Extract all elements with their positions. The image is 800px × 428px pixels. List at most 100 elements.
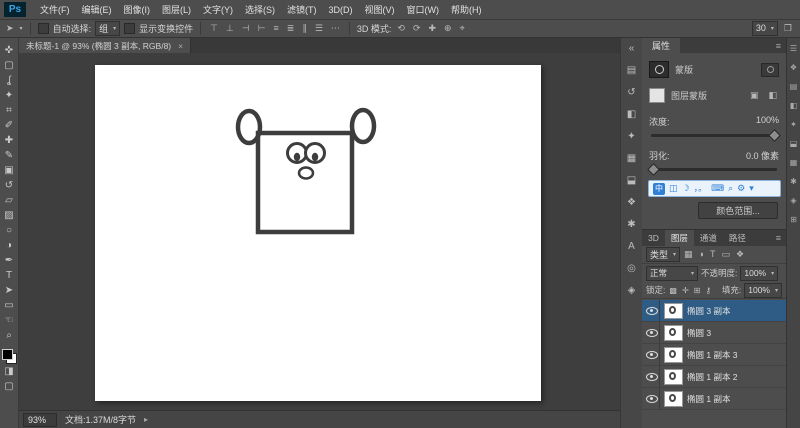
- visibility-toggle[interactable]: [644, 344, 660, 365]
- filter-kind-dropdown[interactable]: 类型 ▾: [646, 247, 681, 262]
- layer-thumbnail[interactable]: [664, 390, 683, 407]
- auto-select-checkbox[interactable]: [37, 22, 49, 34]
- rectangle-tool[interactable]: ▭: [0, 298, 19, 313]
- history-brush-tool[interactable]: ↺: [0, 178, 19, 193]
- 3d-drag-icon[interactable]: ✚: [427, 23, 439, 33]
- more-align-icon[interactable]: ⋯: [329, 23, 342, 33]
- brush-tool[interactable]: ✎: [0, 148, 19, 163]
- workspace-dropdown[interactable]: 30 ▾: [751, 20, 778, 36]
- mini-panel-icon-7[interactable]: ✱: [790, 178, 797, 186]
- filter-shape-layers-icon[interactable]: ▭: [719, 250, 732, 259]
- type-tool[interactable]: T: [0, 268, 19, 283]
- info-panel-icon[interactable]: ⬓: [622, 173, 642, 188]
- tool-preset-chevron-icon[interactable]: ▾: [20, 25, 23, 32]
- menu-select[interactable]: 选择(S): [239, 3, 281, 16]
- layer-row[interactable]: 椭圆 1 副本 3: [642, 344, 786, 366]
- add-pixel-mask-icon[interactable]: ▣: [748, 91, 761, 100]
- adjustments-panel-icon[interactable]: ◧: [622, 107, 642, 122]
- mini-panel-icon-4[interactable]: ✦: [790, 121, 797, 129]
- move-tool[interactable]: ✜: [0, 43, 19, 58]
- clone-stamp-tool[interactable]: ▣: [0, 163, 19, 178]
- eraser-tool[interactable]: ▱: [0, 193, 19, 208]
- 3d-rotate-icon[interactable]: ⟲: [395, 23, 407, 33]
- layer-row[interactable]: 椭圆 3: [642, 322, 786, 344]
- visibility-toggle[interactable]: [644, 366, 660, 387]
- navigator-panel-icon[interactable]: ◈: [622, 283, 642, 298]
- align-right-icon[interactable]: ⊢: [256, 23, 268, 33]
- 3d-slide-icon[interactable]: ⊕: [442, 23, 454, 33]
- crop-tool[interactable]: ⌗: [0, 103, 19, 118]
- screen-mode-icon[interactable]: ▢: [0, 379, 19, 394]
- layer-thumbnail[interactable]: [664, 346, 683, 363]
- distribute-vertical-icon[interactable]: ≣: [285, 23, 297, 33]
- menu-filter[interactable]: 滤镜(T): [281, 3, 323, 16]
- visibility-toggle[interactable]: [644, 322, 660, 343]
- layer-thumbnail[interactable]: [664, 324, 683, 341]
- menu-window[interactable]: 窗口(W): [401, 3, 446, 16]
- ime-language-mode-icon[interactable]: 中: [653, 182, 665, 195]
- blend-mode-dropdown[interactable]: 正常 ▾: [646, 265, 698, 281]
- distribute-center-icon[interactable]: ☰: [313, 23, 325, 33]
- pen-tool[interactable]: ✒: [0, 253, 19, 268]
- filter-type-layers-icon[interactable]: T: [708, 250, 718, 259]
- color-panel-icon[interactable]: ▦: [622, 151, 642, 166]
- dodge-tool[interactable]: ◑: [0, 238, 19, 253]
- ime-settings-icon[interactable]: ⚙: [737, 184, 745, 193]
- show-transform-checkbox[interactable]: [124, 22, 136, 34]
- mini-panel-icon-1[interactable]: ❖: [790, 64, 797, 72]
- history-panel-icon[interactable]: ↺: [622, 85, 642, 100]
- auto-select-dropdown[interactable]: 组 ▾: [95, 20, 121, 36]
- menu-file[interactable]: 文件(F): [34, 3, 76, 16]
- lock-position-icon[interactable]: ⊞: [693, 286, 702, 295]
- mini-panel-icon-6[interactable]: ▦: [790, 159, 798, 167]
- lock-transparent-pixels-icon[interactable]: ▩: [668, 286, 678, 295]
- filter-pixel-layers-icon[interactable]: ▦: [682, 250, 695, 259]
- feather-value[interactable]: 0.0 像素: [746, 149, 779, 162]
- visibility-toggle[interactable]: [644, 300, 660, 321]
- window-arrange-icon[interactable]: ❐: [782, 23, 794, 33]
- quick-selection-tool[interactable]: ✦: [0, 88, 19, 103]
- rectangular-marquee-tool[interactable]: ▢: [0, 58, 19, 73]
- status-options-chevron-icon[interactable]: ▸: [144, 415, 148, 424]
- filter-adjustment-layers-icon[interactable]: ◑: [697, 250, 706, 259]
- blur-tool[interactable]: ○: [0, 223, 19, 238]
- lasso-tool[interactable]: ʆ: [0, 73, 19, 88]
- filter-smart-objects-icon[interactable]: ❖: [734, 250, 746, 259]
- hand-tool[interactable]: ☜: [0, 313, 19, 328]
- foreground-color-swatch[interactable]: [1, 349, 13, 360]
- layer-row[interactable]: 椭圆 1 副本: [642, 388, 786, 410]
- ime-search-icon[interactable]: ⌕: [728, 184, 733, 193]
- fill-dropdown[interactable]: 100% ▾: [744, 282, 782, 298]
- ime-fullwidth-icon[interactable]: ◫: [669, 184, 678, 193]
- tab-paths[interactable]: 路径: [723, 230, 752, 246]
- tab-properties[interactable]: 属性: [642, 38, 681, 53]
- align-left-icon[interactable]: ⊣: [240, 23, 252, 33]
- mini-panel-icon-2[interactable]: ▤: [790, 83, 798, 91]
- zoom-tool[interactable]: ⌕: [0, 328, 19, 343]
- layers-panel-menu-icon[interactable]: ≡: [776, 233, 786, 243]
- canvas-viewport[interactable]: [19, 53, 620, 410]
- eyedropper-tool[interactable]: ✐: [0, 118, 19, 133]
- menu-view[interactable]: 视图(V): [359, 3, 401, 16]
- character-panel-icon[interactable]: A: [622, 239, 642, 254]
- visibility-toggle[interactable]: [644, 388, 660, 409]
- align-bottom-icon[interactable]: ⊥: [224, 23, 236, 33]
- 3d-roll-icon[interactable]: ⟳: [411, 23, 423, 33]
- tool-preset-icon[interactable]: ➤: [4, 23, 16, 33]
- density-slider[interactable]: [651, 128, 781, 142]
- styles-panel-icon[interactable]: ✦: [622, 129, 642, 144]
- menu-edit[interactable]: 编辑(E): [76, 3, 118, 16]
- swatches-panel-icon[interactable]: ▤: [622, 63, 642, 78]
- mask-thumbnail-icon[interactable]: [649, 61, 669, 78]
- layer-row[interactable]: 椭圆 3 副本: [642, 300, 786, 322]
- mini-panel-icon-3[interactable]: ◧: [790, 102, 798, 110]
- zoom-level-field[interactable]: 93%: [23, 412, 58, 427]
- color-range-button[interactable]: 颜色范围...: [698, 202, 778, 219]
- ime-punctuation-icon[interactable]: ，。: [694, 184, 708, 193]
- mini-panel-menu-icon[interactable]: ☰: [790, 45, 797, 53]
- ime-more-icon[interactable]: ▾: [749, 184, 754, 193]
- path-selection-tool[interactable]: ➤: [0, 283, 19, 298]
- align-top-icon[interactable]: ⊤: [208, 23, 220, 33]
- menu-3d[interactable]: 3D(D): [323, 5, 359, 15]
- ime-halfmoon-icon[interactable]: ☽: [682, 184, 690, 193]
